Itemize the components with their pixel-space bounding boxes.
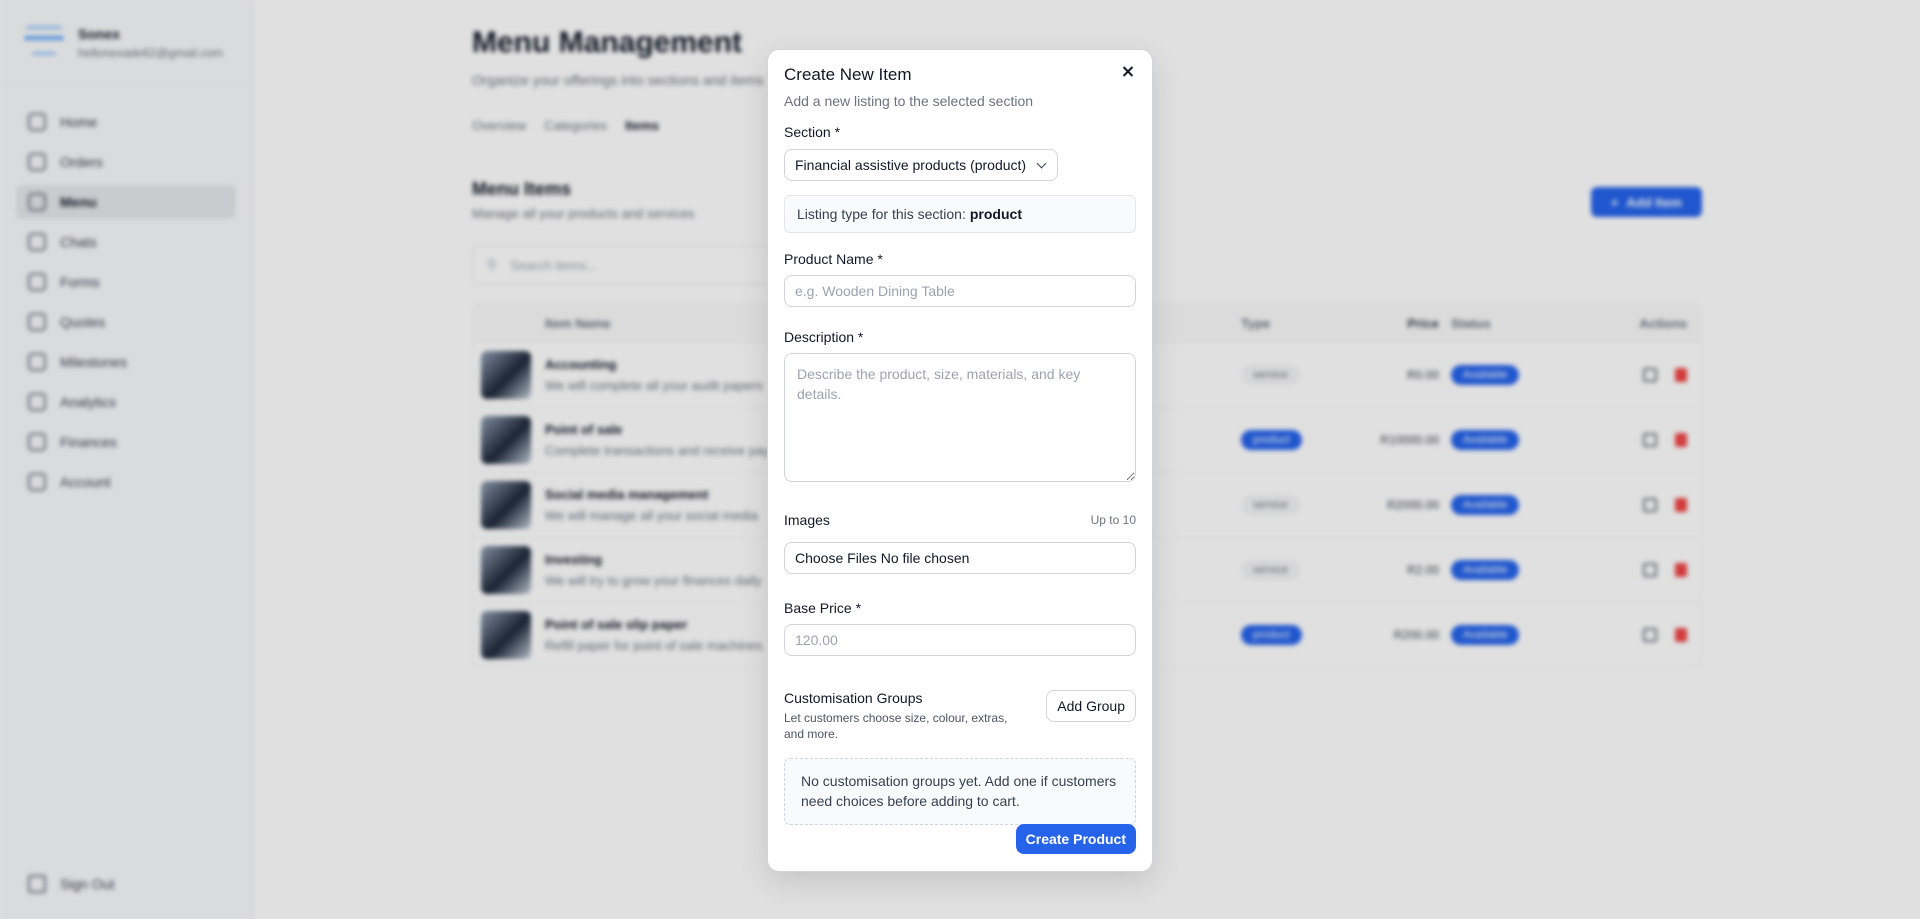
close-icon[interactable] — [1118, 62, 1138, 82]
create-item-dialog: Create New Item Add a new listing to the… — [767, 49, 1153, 872]
dialog-subtitle: Add a new listing to the selected sectio… — [784, 93, 1034, 109]
create-product-button[interactable]: Create Product — [1015, 824, 1136, 854]
section-select-value: Financial assistive products (product) — [795, 157, 1027, 173]
listing-type-value: product — [969, 206, 1022, 222]
description-textarea[interactable] — [784, 353, 1136, 482]
listing-type-info: Listing type for this section: product — [784, 195, 1136, 233]
images-hint: Up to 10 — [1090, 513, 1136, 527]
section-select[interactable]: Financial assistive products (product) — [784, 149, 1059, 181]
section-label: Section * — [784, 124, 841, 140]
chevron-down-icon — [1036, 158, 1047, 168]
customisation-title: Customisation Groups — [784, 690, 923, 706]
customisation-empty-state: No customisation groups yet. Add one if … — [784, 758, 1136, 825]
description-label: Description * — [784, 329, 864, 345]
base-price-label: Base Price * — [784, 600, 862, 616]
file-status: No file chosen — [880, 550, 970, 566]
customisation-section: Customisation Groups Let customers choos… — [784, 690, 1136, 742]
add-group-button[interactable]: Add Group — [1046, 690, 1136, 722]
listing-type-text: Listing type for this section: — [797, 206, 966, 222]
choose-files-button[interactable]: Choose Files — [795, 550, 877, 566]
dialog-title: Create New Item — [784, 65, 912, 84]
base-price-input[interactable] — [784, 624, 1136, 656]
product-name-input[interactable] — [784, 275, 1136, 307]
file-input[interactable]: Choose Files No file chosen — [784, 542, 1136, 574]
images-label: Images — [784, 512, 830, 528]
product-name-label: Product Name * — [784, 251, 883, 267]
customisation-description: Let customers choose size, colour, extra… — [784, 711, 1008, 741]
